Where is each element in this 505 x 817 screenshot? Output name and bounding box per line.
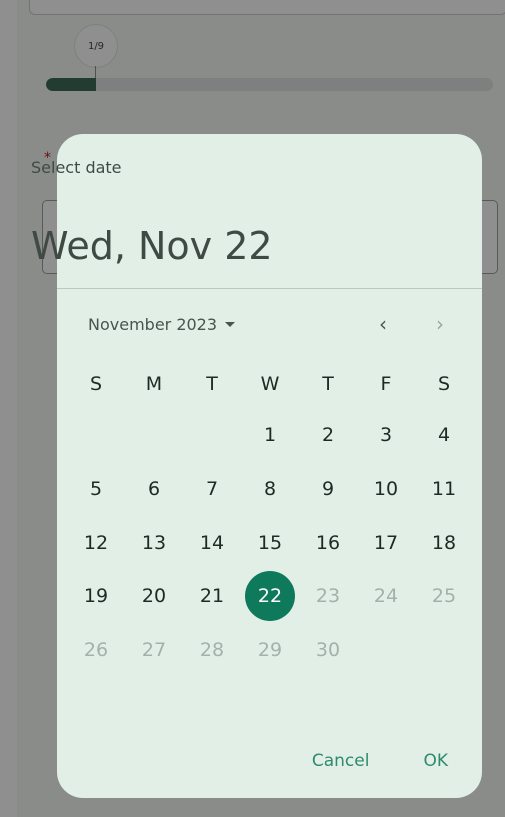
weekday-label: F: [380, 373, 392, 395]
calendar-day-disabled: 25: [431, 585, 457, 607]
calendar-day[interactable]: 13: [125, 518, 183, 568]
calendar-day-disabled: 26: [83, 639, 109, 661]
calendar-day-disabled: 24: [373, 585, 399, 607]
dialog-actions: Cancel OK: [312, 751, 448, 771]
weekday-label: W: [260, 373, 280, 395]
calendar-day[interactable]: 10: [357, 464, 415, 514]
selected-day-label: 22: [245, 571, 295, 621]
chevron-left-icon[interactable]: ‹: [368, 309, 398, 339]
calendar-empty-cell: [183, 410, 241, 460]
calendar-day-disabled: 23: [315, 585, 341, 607]
month-year-label: November 2023: [88, 314, 218, 334]
calendar-empty-cell: [415, 625, 473, 675]
dropdown-arrow-icon: [225, 321, 236, 327]
month-year-dropdown[interactable]: November 2023: [88, 312, 236, 336]
calendar-day[interactable]: 2: [299, 410, 357, 460]
calendar-day[interactable]: 17: [357, 518, 415, 568]
calendar-week-row: 19 20 21 22 23 24 25: [67, 571, 473, 621]
weekday-label: T: [322, 373, 334, 395]
weekday-label: T: [206, 373, 218, 395]
dialog-headline: Select date: [31, 158, 122, 177]
calendar-day[interactable]: 15: [241, 518, 299, 568]
calendar-day-disabled: 27: [141, 639, 167, 661]
calendar-day[interactable]: 6: [125, 464, 183, 514]
calendar-day[interactable]: 21: [183, 571, 241, 621]
cancel-button[interactable]: Cancel: [312, 751, 370, 771]
calendar-week-row: 26 27 28 29 30: [67, 625, 473, 675]
weekday-header: SMTWTFS: [67, 370, 473, 398]
calendar-week-row: 5 6 7 8 9 10 11: [67, 464, 473, 514]
ok-button[interactable]: OK: [423, 751, 448, 771]
calendar-day[interactable]: 16: [299, 518, 357, 568]
calendar-empty-cell: [125, 410, 183, 460]
calendar-day[interactable]: 9: [299, 464, 357, 514]
calendar-day[interactable]: 5: [67, 464, 125, 514]
calendar-week-row: 1234: [67, 410, 473, 460]
weekday-label: S: [437, 373, 451, 395]
calendar-day[interactable]: 20: [125, 571, 183, 621]
calendar-day-disabled: 28: [199, 639, 225, 661]
calendar-empty-cell: [357, 625, 415, 675]
calendar-day-disabled: 30: [315, 639, 341, 661]
calendar-day[interactable]: 19: [67, 571, 125, 621]
selected-date-display: Wed, Nov 22: [31, 224, 273, 268]
calendar-day-disabled: 29: [257, 639, 283, 661]
calendar-day[interactable]: 4: [415, 410, 473, 460]
calendar-day[interactable]: 11: [415, 464, 473, 514]
calendar-day[interactable]: 12: [67, 518, 125, 568]
calendar-day[interactable]: 3: [357, 410, 415, 460]
weekday-label: S: [89, 373, 103, 395]
calendar-day[interactable]: 8: [241, 464, 299, 514]
calendar-day[interactable]: 14: [183, 518, 241, 568]
calendar-day[interactable]: 1: [241, 410, 299, 460]
chevron-right-icon[interactable]: ›: [425, 309, 455, 339]
calendar-day-selected[interactable]: 22: [241, 571, 299, 621]
header-divider: [57, 288, 482, 289]
calendar-day[interactable]: 18: [415, 518, 473, 568]
calendar-week-row: 12 13 14 15 16 17 18: [67, 518, 473, 568]
weekday-label: M: [145, 373, 163, 395]
calendar-day[interactable]: 7: [183, 464, 241, 514]
calendar-empty-cell: [67, 410, 125, 460]
